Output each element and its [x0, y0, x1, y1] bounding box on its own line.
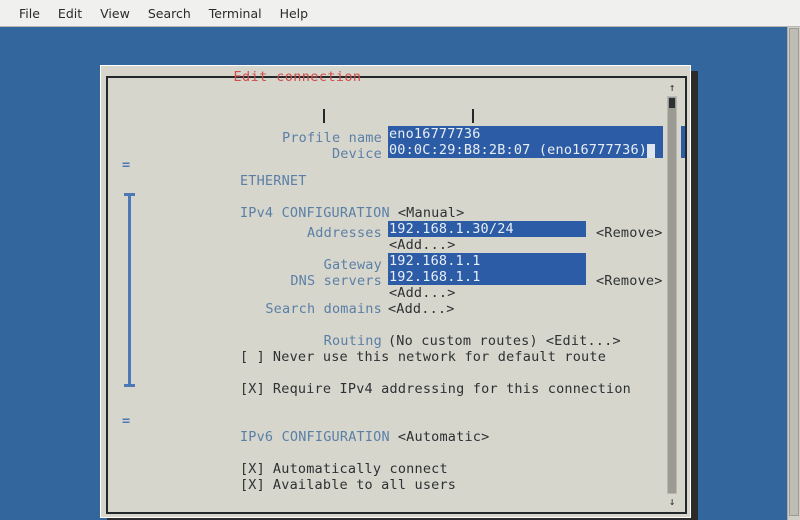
- connection-form: Profile name eno16777736 Device 00:0C:29:B…: [108, 78, 685, 512]
- all-users-label: Available to all users: [272, 477, 457, 493]
- dialog-scrollbar[interactable]: ↑ ↓: [663, 82, 681, 508]
- menu-item-view[interactable]: View: [91, 4, 139, 23]
- never-default-route-label: Never use this network for default route: [272, 349, 607, 365]
- ipv6-mode-select[interactable]: <Automatic>: [398, 429, 490, 445]
- menu-item-help[interactable]: Help: [271, 4, 318, 23]
- all-users-checkbox[interactable]: [X]: [240, 477, 265, 493]
- require-ipv4-label: Require IPv4 addressing for this connect…: [272, 381, 632, 397]
- title-separator-right: [472, 109, 474, 123]
- terminal-scrollbar-thumb[interactable]: [789, 28, 799, 516]
- all-users-row[interactable]: [X] Available to all users: [140, 461, 456, 509]
- dialog-scrollbar-track[interactable]: [667, 96, 677, 494]
- menu-item-search[interactable]: Search: [139, 4, 200, 23]
- dns-servers-remove-button[interactable]: <Remove>: [596, 273, 663, 289]
- dialog-scrollbar-thumb[interactable]: [669, 98, 675, 108]
- require-ipv4-checkbox[interactable]: [X]: [240, 381, 265, 397]
- menu-item-terminal[interactable]: Terminal: [200, 4, 271, 23]
- ipv6-collapse-marker[interactable]: =: [122, 413, 130, 429]
- title-separator-left: [323, 109, 325, 123]
- device-value: 00:0C:29:B8:2B:07 (eno16777736): [388, 142, 648, 158]
- menu-item-edit[interactable]: Edit: [49, 4, 91, 23]
- screen: File Edit View Search Terminal Help Prof…: [0, 0, 800, 520]
- dialog-title: Edit connection: [233, 69, 362, 85]
- ipv4-tree-line: [128, 193, 131, 387]
- ethernet-section-label: ETHERNET: [239, 173, 307, 189]
- device-cursor: [647, 144, 656, 158]
- ipv6-section-label: IPv6 CONFIGURATION: [239, 429, 390, 445]
- require-ipv4-row[interactable]: [X] Require IPv4 addressing for this conn…: [140, 365, 631, 413]
- scroll-up-arrow-icon[interactable]: ↑: [666, 82, 678, 94]
- menu-bar: File Edit View Search Terminal Help: [0, 0, 800, 27]
- ipv4-tree-cap-bottom: [124, 384, 135, 387]
- terminal-scrollbar[interactable]: [787, 27, 800, 520]
- addresses-remove-button[interactable]: <Remove>: [596, 225, 663, 241]
- dialog-inner-frame: Profile name eno16777736 Device 00:0C:29:B…: [106, 76, 687, 514]
- device-input[interactable]: 00:0C:29:B8:2B:07 (eno16777736): [387, 142, 685, 158]
- ethernet-collapse-marker[interactable]: =: [122, 157, 130, 173]
- menu-item-file[interactable]: File: [10, 4, 49, 23]
- search-domains-label: Search domains: [265, 301, 382, 317]
- scroll-down-arrow-icon[interactable]: ↓: [666, 496, 678, 508]
- never-default-route-checkbox[interactable]: [ ]: [240, 349, 265, 365]
- edit-connection-dialog: Profile name eno16777736 Device 00:0C:29:B…: [100, 65, 691, 518]
- terminal-area: Profile name eno16777736 Device 00:0C:29:B…: [0, 27, 800, 520]
- search-domains-add-button[interactable]: <Add...>: [388, 301, 455, 317]
